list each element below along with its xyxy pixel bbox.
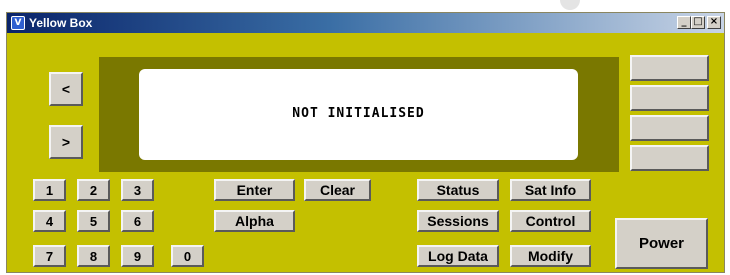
key-1-button[interactable]: 1 xyxy=(33,179,66,201)
softkey-3-button[interactable] xyxy=(630,115,709,141)
softkey-4-button[interactable] xyxy=(630,145,709,171)
status-button[interactable]: Status xyxy=(417,179,499,201)
control-button[interactable]: Control xyxy=(510,210,591,232)
next-button[interactable]: > xyxy=(49,125,83,159)
softkey-1-button[interactable] xyxy=(630,55,709,81)
previous-button[interactable]: < xyxy=(49,72,83,106)
key-0-button[interactable]: 0 xyxy=(171,245,204,267)
softkey-2-button[interactable] xyxy=(630,85,709,111)
key-6-button[interactable]: 6 xyxy=(121,210,154,232)
key-2-button[interactable]: 2 xyxy=(77,179,110,201)
window-title: Yellow Box xyxy=(29,16,93,30)
enter-button[interactable]: Enter xyxy=(214,179,295,201)
key-9-button[interactable]: 9 xyxy=(121,245,154,267)
log-data-button[interactable]: Log Data xyxy=(417,245,499,267)
key-3-button[interactable]: 3 xyxy=(121,179,154,201)
key-4-button[interactable]: 4 xyxy=(33,210,66,232)
app-logo-icon: V xyxy=(11,16,25,30)
background-watermark xyxy=(560,0,580,10)
key-7-button[interactable]: 7 xyxy=(33,245,66,267)
maximize-icon[interactable]: □ xyxy=(691,16,705,29)
sessions-button[interactable]: Sessions xyxy=(417,210,499,232)
sat-info-button[interactable]: Sat Info xyxy=(510,179,591,201)
title-bar[interactable]: V Yellow Box _ □ × xyxy=(7,13,724,33)
close-icon[interactable]: × xyxy=(707,16,721,29)
power-button[interactable]: Power xyxy=(615,218,708,269)
modify-button[interactable]: Modify xyxy=(510,245,591,267)
alpha-button[interactable]: Alpha xyxy=(214,210,295,232)
display-text: NOT INITIALISED xyxy=(292,106,425,121)
clear-button[interactable]: Clear xyxy=(304,179,371,201)
key-8-button[interactable]: 8 xyxy=(77,245,110,267)
app-window: V Yellow Box _ □ × NOT INITIALISED < > 1… xyxy=(6,12,725,273)
minimize-icon[interactable]: _ xyxy=(677,16,691,29)
lcd-display: NOT INITIALISED xyxy=(139,69,578,160)
key-5-button[interactable]: 5 xyxy=(77,210,110,232)
